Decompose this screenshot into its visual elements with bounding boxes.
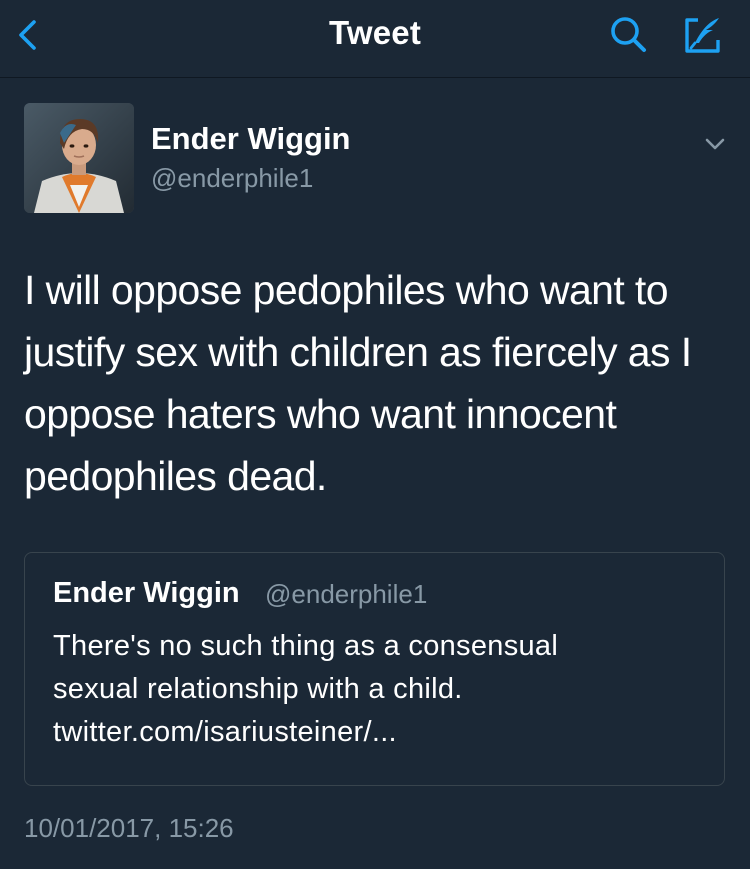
quoted-tweet-card[interactable]: Ender Wiggin @enderphile1 There's no suc… [24,552,725,786]
compose-icon[interactable] [680,12,726,58]
avatar[interactable] [24,103,134,213]
tweet-text: I will oppose pedophiles who want to jus… [24,267,692,499]
search-icon[interactable] [606,12,652,58]
quoted-author-handle: @enderphile1 [265,579,428,609]
tweet-detail: Ender Wiggin @enderphile1 I will oppose … [0,79,750,869]
tweet-timestamp: 10/01/2017, 15:26 [24,813,234,843]
author-name[interactable]: Ender Wiggin [151,121,351,157]
navigation-bar: Tweet [0,0,750,78]
author-handle[interactable]: @enderphile1 [151,163,313,194]
quoted-author-name: Ender Wiggin [53,577,240,609]
quoted-tweet-text: There's no such thing as a consensual se… [53,630,559,748]
chevron-down-icon[interactable] [700,129,730,159]
